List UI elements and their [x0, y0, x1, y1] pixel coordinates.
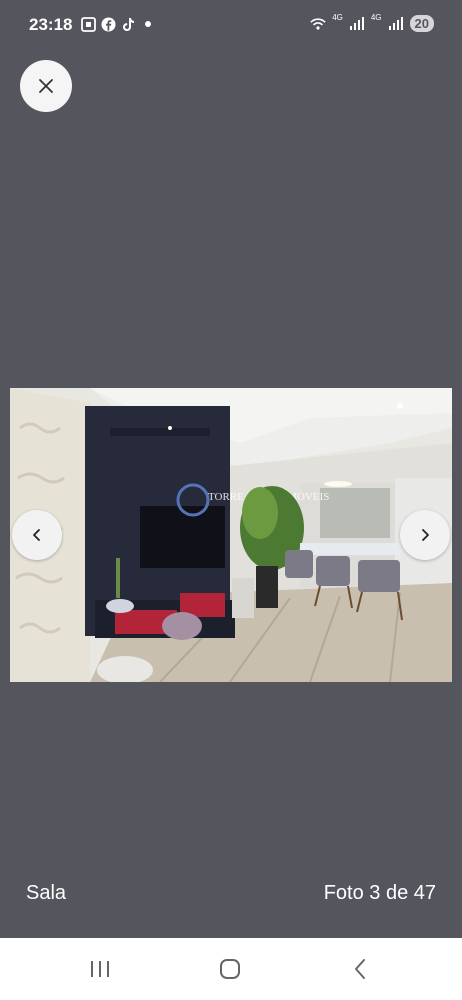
back-icon	[355, 959, 365, 979]
recent-apps-icon	[91, 961, 109, 977]
wifi-icon	[310, 16, 326, 32]
facebook-icon	[100, 16, 116, 32]
next-photo-button[interactable]	[400, 510, 450, 560]
photo-caption: Sala	[26, 882, 67, 904]
chevron-right-icon	[422, 529, 429, 541]
living-room-image: TORRE FORTE IMÓVEIS	[10, 388, 452, 682]
photo-counter: Foto 3 de 47	[323, 882, 436, 904]
network-type-1: 4G	[332, 13, 343, 22]
close-button[interactable]	[20, 60, 72, 112]
previous-photo-button[interactable]	[12, 510, 62, 560]
notification-icons	[80, 16, 156, 32]
system-icons: 4G 4G 20	[310, 13, 434, 32]
home-button[interactable]	[210, 956, 250, 982]
status-time: 23:18	[29, 15, 73, 34]
system-navigation-bar	[0, 938, 462, 1000]
signal-icon-2	[388, 16, 404, 32]
chevron-left-icon	[33, 529, 40, 541]
status-bar: 23:18 4G 4G 20	[0, 0, 462, 50]
listing-photo[interactable]: TORRE FORTE IMÓVEIS	[10, 388, 452, 682]
back-button[interactable]	[340, 956, 380, 982]
home-icon	[220, 959, 240, 979]
battery-level: 20	[409, 15, 434, 32]
signal-icon	[349, 16, 365, 32]
network-type-2: 4G	[370, 13, 382, 22]
close-icon	[39, 79, 53, 93]
screenshot-icon	[80, 16, 96, 32]
tiktok-icon	[120, 16, 136, 32]
recent-apps-button[interactable]	[80, 956, 120, 982]
dot-icon	[140, 16, 156, 32]
